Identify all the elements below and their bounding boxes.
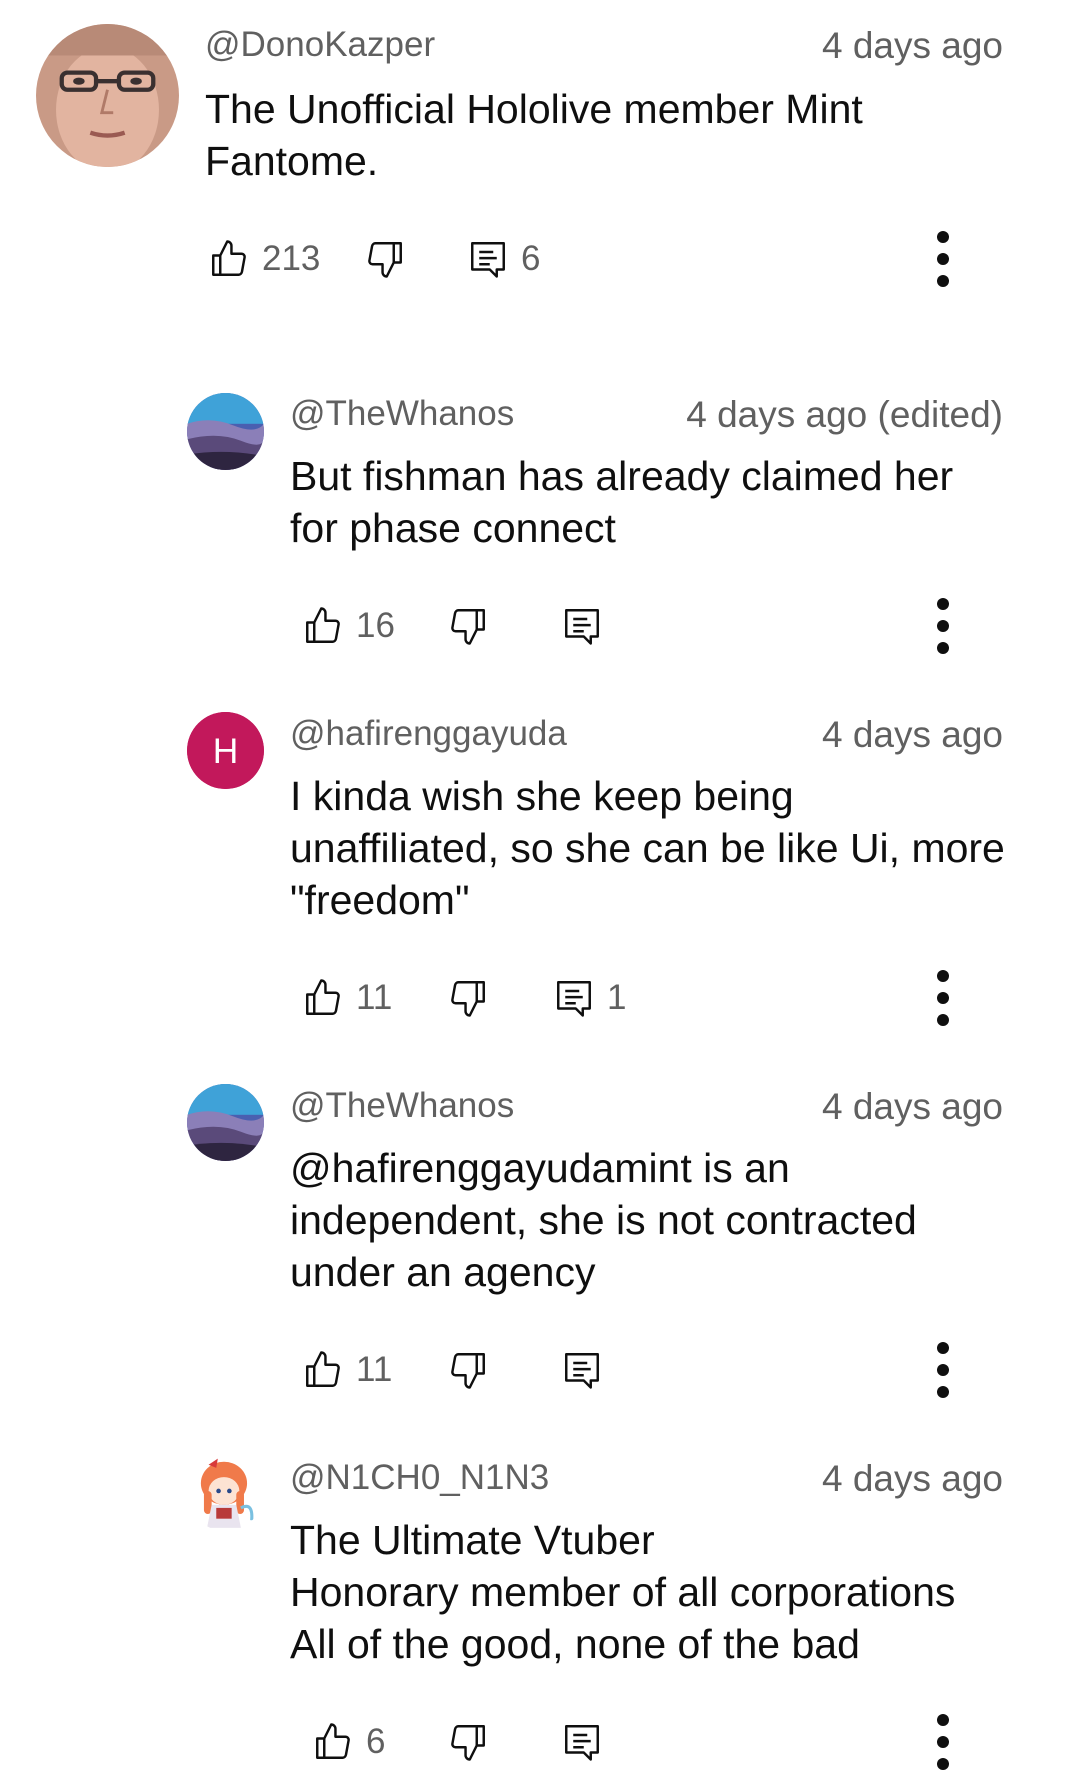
avatar[interactable] [187, 1084, 264, 1161]
thumbs-up-icon [212, 240, 246, 276]
reply-button[interactable] [561, 1712, 603, 1772]
letter-avatar: H [187, 712, 264, 789]
more-vert-icon [937, 598, 949, 654]
more-options-button[interactable] [933, 1340, 953, 1400]
thumbs-down-icon [368, 242, 402, 278]
like-count: 11 [356, 1350, 393, 1389]
like-count: 213 [262, 239, 321, 278]
thumbs-up-icon [316, 1723, 350, 1759]
comment-actions: 213 6 [0, 229, 1073, 289]
dislike-button[interactable] [447, 1712, 489, 1772]
more-options-button[interactable] [933, 968, 953, 1028]
comment-text: I kinda wish she keep being unaffiliated… [290, 773, 1005, 923]
more-vert-icon [937, 231, 949, 287]
comment-text: @hafirenggayudamint is an independent, s… [290, 1145, 917, 1295]
reply-comment-2: H @hafirenggayuda 4 days ago I kinda wis… [0, 700, 1073, 1040]
thumbs-down-icon [451, 981, 485, 1017]
like-button[interactable]: 16 [302, 596, 395, 656]
dislike-button[interactable] [447, 1340, 489, 1400]
comment-actions: 6 [0, 1712, 1073, 1772]
dislike-button[interactable] [447, 596, 489, 656]
reply-icon [471, 242, 505, 278]
like-count: 16 [356, 606, 395, 645]
comment-actions: 16 [0, 596, 1073, 656]
thumbs-up-icon [306, 607, 340, 643]
reply-comment-1: @TheWhanos 4 days ago (edited) But fishm… [0, 380, 1073, 680]
reply-button[interactable]: 6 [467, 229, 540, 289]
more-options-button[interactable] [933, 229, 953, 289]
thumbs-down-icon [451, 1353, 485, 1389]
like-count: 11 [356, 978, 393, 1017]
like-button[interactable]: 11 [302, 968, 392, 1028]
comment-timestamp: 4 days ago [821, 1458, 1003, 1499]
more-vert-icon [937, 1714, 949, 1770]
reply-icon [557, 981, 591, 1017]
comment-timestamp: 4 days ago [821, 25, 1003, 66]
dislike-button[interactable] [447, 968, 489, 1028]
reply-button[interactable]: 1 [553, 968, 626, 1028]
avatar-landscape [187, 1084, 264, 1161]
more-vert-icon [937, 1342, 949, 1398]
reply-icon [565, 1353, 599, 1389]
comment-actions: 11 [0, 1340, 1073, 1400]
dislike-button[interactable] [364, 229, 406, 289]
comment-author[interactable]: @TheWhanos [290, 1086, 514, 1126]
avatar[interactable] [187, 393, 264, 470]
avatar-letter: H [213, 731, 239, 771]
avatar[interactable]: H [187, 712, 264, 789]
like-button[interactable]: 213 [208, 229, 320, 289]
reply-comment-4: @N1CH0_N1N3 4 days ago The Ultimate Vtub… [0, 1444, 1073, 1788]
comment-author[interactable]: @DonoKazper [205, 25, 435, 65]
avatar-landscape [187, 393, 264, 470]
reply-count: 1 [607, 978, 627, 1017]
comment-text: The Ultimate Vtuber Honorary member of a… [290, 1517, 956, 1667]
reply-button[interactable] [561, 1340, 603, 1400]
reply-comment-3: @TheWhanos 4 days ago @hafirenggayudamin… [0, 1072, 1073, 1402]
reply-count: 6 [521, 239, 541, 278]
comment-author[interactable]: @N1CH0_N1N3 [290, 1458, 549, 1498]
comment-timestamp: 4 days ago [821, 714, 1003, 755]
comment-text: But fishman has already claimed her for … [290, 453, 954, 551]
thumbs-down-icon [451, 1725, 485, 1761]
thumbs-down-icon [451, 609, 485, 645]
reply-icon [565, 1725, 599, 1761]
more-vert-icon [937, 970, 949, 1026]
like-button[interactable]: 6 [312, 1712, 385, 1772]
more-options-button[interactable] [933, 596, 953, 656]
comment-timestamp: 4 days ago (edited) [686, 394, 1003, 435]
thumbs-up-icon [306, 1351, 340, 1387]
avatar[interactable] [187, 1454, 264, 1531]
like-count: 6 [366, 1722, 386, 1761]
reply-button[interactable] [561, 596, 603, 656]
comment-author[interactable]: @hafirenggayuda [290, 714, 567, 754]
avatar-photo [36, 24, 179, 167]
comment-actions: 11 1 [0, 968, 1073, 1028]
more-options-button[interactable] [933, 1712, 953, 1772]
reply-icon [565, 609, 599, 645]
comment-author[interactable]: @TheWhanos [290, 394, 514, 434]
comment-timestamp: 4 days ago [821, 1086, 1003, 1127]
avatar[interactable] [36, 24, 179, 167]
comment-text: The Unofficial Hololive member Mint Fant… [205, 86, 863, 184]
thumbs-up-icon [306, 979, 340, 1015]
avatar-anime-character [187, 1454, 264, 1531]
like-button[interactable]: 11 [302, 1340, 392, 1400]
comment-1: @DonoKazper 4 days ago The Unofficial Ho… [0, 0, 1073, 300]
